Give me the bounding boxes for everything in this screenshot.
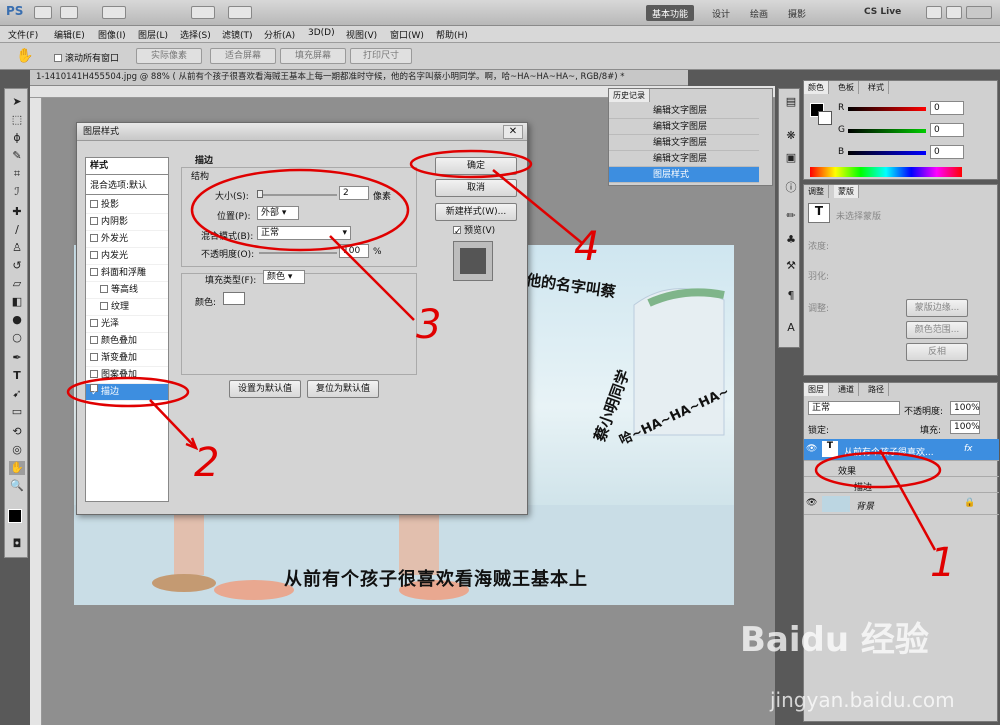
annotation-1: 1 bbox=[930, 540, 956, 586]
annotation-4: 4 bbox=[574, 224, 600, 270]
baidu-watermark: Baidu 经验 bbox=[740, 620, 929, 660]
annotation-3: 3 bbox=[416, 302, 442, 348]
annotation-2: 2 bbox=[194, 440, 220, 486]
baidu-watermark-url: jingyan.baidu.com bbox=[770, 688, 955, 712]
